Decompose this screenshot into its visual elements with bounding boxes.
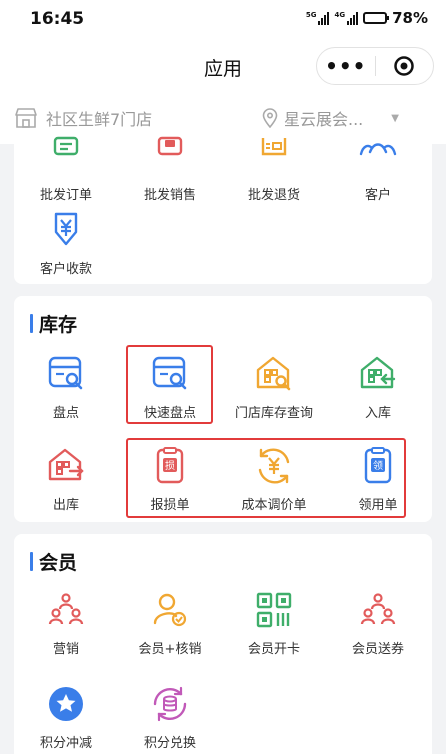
app-stock-in[interactable]: 入库 xyxy=(326,354,430,421)
sales-doc-icon xyxy=(157,136,183,156)
target-icon xyxy=(394,56,414,76)
member-verify-icon xyxy=(153,593,187,627)
close-program-button[interactable] xyxy=(376,55,434,77)
store-name: 社区生鲜7门店 xyxy=(46,110,153,129)
store-stock-query-icon xyxy=(256,356,291,391)
more-menu-button[interactable]: ••• xyxy=(317,56,375,76)
battery-percent: 78% xyxy=(392,9,428,27)
app-member-card[interactable]: 会员开卡 xyxy=(222,590,326,657)
store-selector[interactable]: 社区生鲜7门店 xyxy=(0,106,262,130)
section-title-text: 会员 xyxy=(39,552,78,574)
location-name: 星云展会... xyxy=(284,110,364,129)
app-label: 门店库存查询 xyxy=(234,406,313,421)
clipboard-list-icon xyxy=(53,136,79,156)
app-label: 客户收款 xyxy=(39,262,92,277)
battery-icon xyxy=(363,12,390,24)
wholesale-section: 批发订单 批发销售 批发退货 客户 客户收款 xyxy=(14,130,432,284)
app-label: 批发订单 xyxy=(39,188,92,203)
app-label: 盘点 xyxy=(52,406,79,421)
app-label: 会员送券 xyxy=(351,642,404,657)
app-wholesale-return[interactable]: 批发退货 xyxy=(222,136,326,203)
section-title-text: 库存 xyxy=(39,314,78,336)
app-label: 批发销售 xyxy=(143,188,196,203)
member-coupon-icon xyxy=(360,593,396,625)
app-label: 营销 xyxy=(52,642,79,657)
section-accent-bar xyxy=(30,314,33,333)
app-label: 入库 xyxy=(364,406,391,421)
customers-icon xyxy=(359,143,397,156)
store-icon xyxy=(15,108,37,128)
app-member-verify[interactable]: 会员+核销 xyxy=(118,590,222,657)
app-points-deduct[interactable]: 积分冲减 xyxy=(14,684,118,751)
section-accent-bar xyxy=(30,552,33,571)
app-member-coupon[interactable]: 会员送券 xyxy=(326,590,430,657)
app-points-exchange[interactable]: 积分兑换 xyxy=(118,684,222,751)
app-store-stock-query[interactable]: 门店库存查询 xyxy=(222,354,326,421)
signal-5g-icon: 5G xyxy=(306,11,330,25)
signal-5g-label: 5G xyxy=(305,11,317,19)
app-label: 批发退货 xyxy=(247,188,300,203)
app-label: 客户 xyxy=(364,188,391,203)
app-customer-payment[interactable]: 客户收款 xyxy=(14,210,118,277)
app-label: 会员+核销 xyxy=(138,642,202,657)
highlight-document-row xyxy=(126,438,406,518)
app-label: 会员开卡 xyxy=(247,642,300,657)
stock-out-icon xyxy=(48,448,84,481)
stock-in-icon xyxy=(360,356,396,389)
return-doc-icon xyxy=(261,138,287,156)
section-title: 库存 xyxy=(30,310,77,337)
caret-down-icon: ▼ xyxy=(391,112,399,124)
points-deduct-icon xyxy=(49,687,83,721)
app-customers[interactable]: 客户 xyxy=(326,136,430,203)
status-icons: 5G 4G 78% xyxy=(306,9,428,27)
nav-bar: 应用 ••• xyxy=(0,40,446,92)
mini-program-capsule: ••• xyxy=(316,47,434,85)
app-stocktake[interactable]: 盘点 xyxy=(14,354,118,421)
app-wholesale-order[interactable]: 批发订单 xyxy=(14,136,118,203)
highlight-quick-stocktake xyxy=(126,345,213,424)
status-bar: 16:45 5G 4G 78% xyxy=(0,0,446,40)
app-label: 积分兑换 xyxy=(143,736,196,751)
points-exchange-icon xyxy=(153,686,187,722)
marketing-icon xyxy=(48,593,84,625)
app-marketing[interactable]: 营销 xyxy=(14,590,118,657)
app-label: 出库 xyxy=(52,498,79,513)
location-pin-icon xyxy=(262,108,278,128)
signal-4g-icon: 4G xyxy=(334,11,359,25)
member-card-icon xyxy=(256,592,292,628)
app-wholesale-sales[interactable]: 批发销售 xyxy=(118,136,222,203)
location-selector[interactable]: 星云展会... ▼ xyxy=(262,106,399,130)
app-stock-out[interactable]: 出库 xyxy=(14,446,118,513)
member-section: 会员 营销 会员+核销 会员开卡 会员送券 积分冲减 积分兑换 xyxy=(14,534,432,754)
status-time: 16:45 xyxy=(30,9,85,29)
yen-receipt-icon xyxy=(54,212,78,246)
app-label: 积分冲减 xyxy=(39,736,92,751)
stocktake-icon xyxy=(48,356,83,390)
signal-4g-label: 4G xyxy=(334,11,346,19)
section-title: 会员 xyxy=(30,548,77,575)
